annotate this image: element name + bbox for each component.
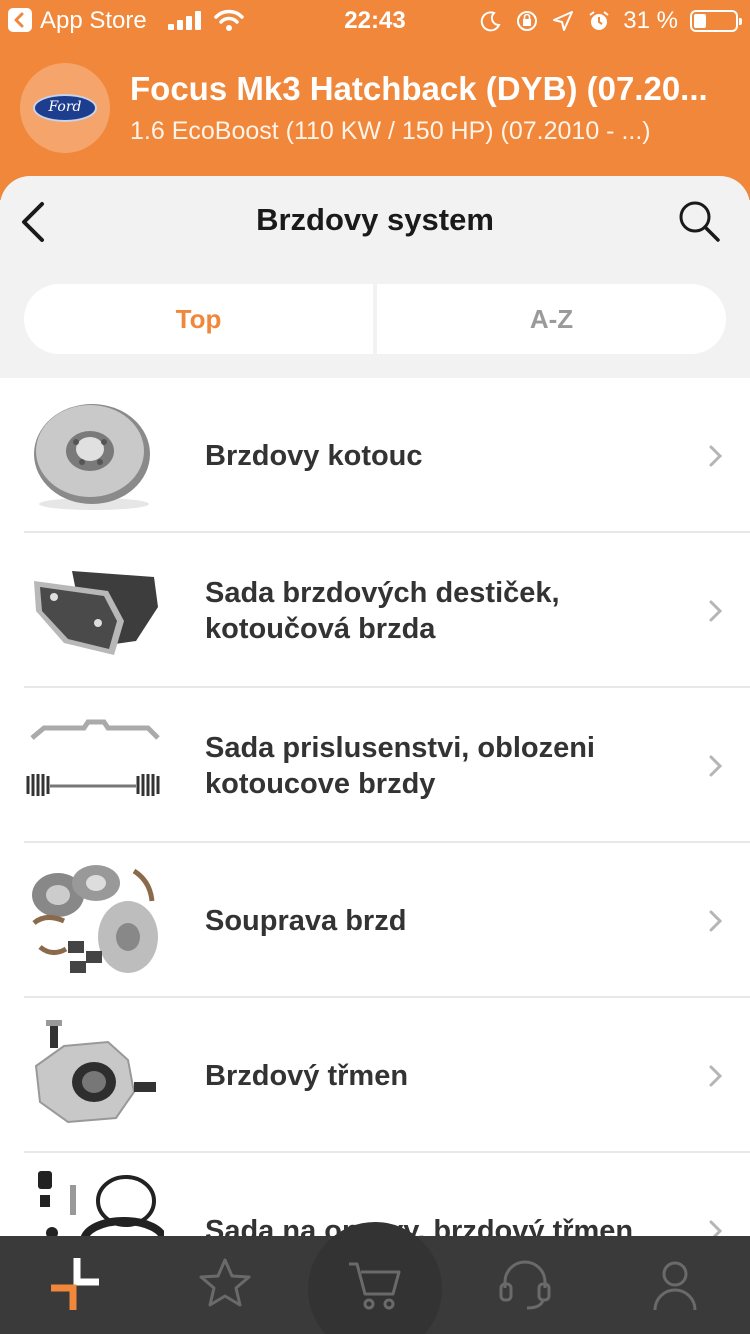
vehicle-subtitle[interactable]: 1.6 EcoBoost (110 KW / 150 HP) (07.2010 … — [130, 117, 735, 146]
category-label: Sada na opravy, brzdový třmen — [205, 1214, 634, 1237]
orientation-lock-icon — [517, 11, 538, 31]
repair-kit-image — [38, 1171, 164, 1236]
list-item[interactable]: Brzdovy kotouc — [0, 378, 750, 533]
profile-icon[interactable] — [645, 1254, 705, 1314]
search-icon[interactable] — [676, 198, 722, 244]
tab-top[interactable]: Top — [24, 284, 373, 354]
vehicle-header: App Store 22:43 31 % Ford Focus Mk3 Hatc… — [0, 0, 750, 200]
brake-set-image — [32, 865, 158, 973]
category-label: Sada brzdových destiček, kotoučová brzda — [205, 576, 560, 645]
battery-icon — [690, 10, 742, 32]
chevron-right-icon — [709, 755, 723, 777]
location-icon — [553, 11, 574, 31]
category-label: Sada prislusenstvi, oblozeni kotoucove b… — [205, 731, 595, 800]
star-icon[interactable] — [195, 1254, 255, 1314]
vehicle-title[interactable]: Focus Mk3 Hatchback (DYB) (07.20... — [130, 70, 735, 108]
cart-icon[interactable] — [345, 1254, 405, 1314]
support-icon[interactable] — [495, 1254, 555, 1314]
list-item[interactable]: Brzdový třmen — [0, 998, 750, 1153]
brake-caliper-image — [34, 1020, 156, 1124]
list-item[interactable]: Souprava brzd — [0, 843, 750, 998]
battery-percent: 31 % — [623, 7, 678, 34]
status-bar: App Store 22:43 31 % — [0, 0, 750, 42]
chevron-right-icon — [709, 445, 723, 467]
ford-logo-icon: Ford — [20, 63, 110, 153]
chevron-right-icon — [709, 1065, 723, 1087]
chevron-right-icon — [709, 600, 723, 622]
accessory-kit-image — [26, 719, 160, 796]
moon-icon — [481, 11, 501, 32]
category-label: Souprava brzd — [205, 904, 407, 937]
category-label: Brzdovy kotouc — [205, 439, 423, 472]
list-item[interactable]: Sada prislusenstvi, oblozeni kotoucove b… — [0, 688, 750, 843]
category-list: Brzdovy kotouc Sada brzdových destiček, … — [0, 378, 750, 1236]
brake-pads-image — [34, 571, 158, 655]
list-item[interactable]: Sada brzdových destiček, kotoučová brzda — [0, 533, 750, 688]
category-label: Brzdový třmen — [205, 1059, 409, 1092]
alarm-icon — [589, 11, 609, 30]
content-sheet: Brzdovy system Top A-Z Brzdovy kotouc Sa… — [0, 176, 750, 1334]
page-title: Brzdovy system — [256, 202, 494, 237]
tab-a-z[interactable]: A-Z — [377, 284, 726, 354]
sort-segmented-control: Top A-Z — [24, 284, 726, 354]
brake-disc-image — [34, 404, 150, 510]
chevron-right-icon — [709, 910, 723, 932]
home-icon[interactable] — [45, 1254, 105, 1314]
brand-label: Ford — [48, 99, 82, 115]
chevron-right-icon — [709, 1220, 723, 1236]
